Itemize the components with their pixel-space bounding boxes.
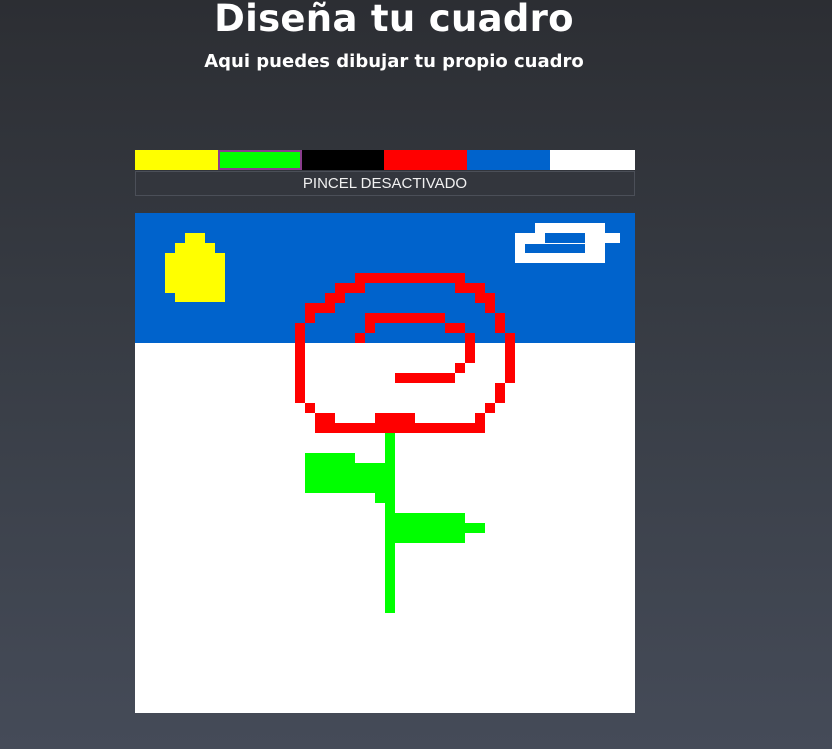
stem <box>385 423 395 613</box>
drawing-canvas[interactable] <box>135 213 635 713</box>
drawing-canvas-container <box>135 213 635 713</box>
page-subtitle: Aqui puedes dibujar tu propio cuadro <box>204 51 584 72</box>
swatch-blue[interactable] <box>467 150 550 170</box>
canvas-artwork <box>135 213 635 713</box>
page-title: Diseña tu cuadro <box>214 0 574 40</box>
color-palette <box>135 150 635 170</box>
swatch-red[interactable] <box>384 150 467 170</box>
brush-toggle-button[interactable]: PINCEL DESACTIVADO <box>135 171 635 196</box>
swatch-black[interactable] <box>302 150 384 170</box>
swatch-green[interactable] <box>218 150 302 170</box>
swatch-white[interactable] <box>550 150 635 170</box>
swatch-yellow[interactable] <box>135 150 218 170</box>
